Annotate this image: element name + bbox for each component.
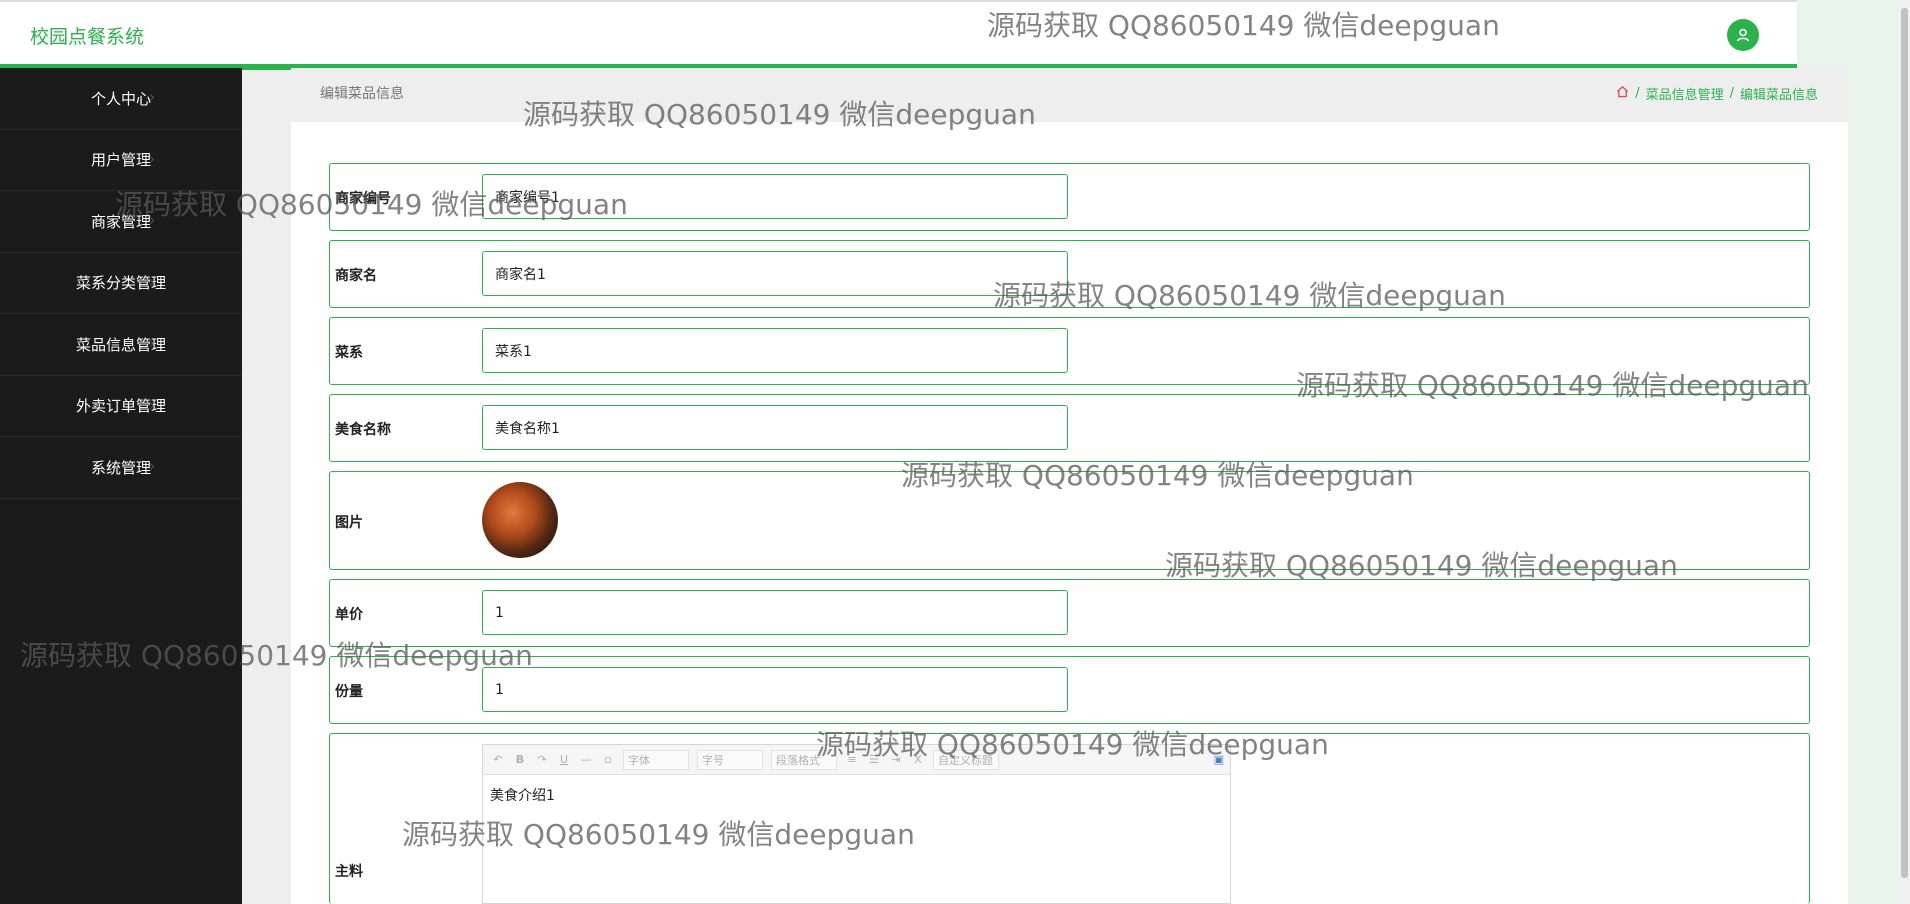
- clear-format-icon[interactable]: ꓫ: [911, 753, 925, 766]
- undo-icon[interactable]: ↶: [491, 753, 505, 766]
- cuisine-input[interactable]: 菜系1: [482, 328, 1068, 373]
- breadcrumb-separator: /: [1635, 86, 1640, 101]
- top-header: 校园点餐系统: [0, 0, 1797, 70]
- breadcrumb-separator: /: [1729, 86, 1734, 101]
- editor-toolbar: ↶ B ↷ U — ▫ 字体 字号 段落格式 ≡ ☰ ⇥ ꓫ 自定义标题 ▣: [483, 745, 1230, 775]
- rich-text-editor[interactable]: ↶ B ↷ U — ▫ 字体 字号 段落格式 ≡ ☰ ⇥ ꓫ 自定义标题 ▣ 美…: [482, 744, 1231, 904]
- bold-icon[interactable]: B: [513, 753, 527, 766]
- portion-input[interactable]: 1: [482, 667, 1068, 712]
- user-avatar-icon[interactable]: [1727, 19, 1759, 51]
- form-row-portion: 份量 1: [329, 656, 1810, 724]
- form-row-food-name: 美食名称 美食名称1: [329, 394, 1810, 462]
- sidebar-item-user-management[interactable]: 用户管理: [0, 130, 242, 191]
- sidebar: 个人中心 用户管理 商家管理 菜系分类管理 菜品信息管理 外卖订单管理 系统管理: [0, 68, 242, 904]
- food-image-thumbnail[interactable]: [482, 482, 558, 558]
- form-row-merchant-no: 商家编号 商家编号1: [329, 163, 1810, 231]
- horizontal-rule-icon[interactable]: —: [579, 753, 593, 766]
- home-icon[interactable]: [1616, 85, 1629, 102]
- font-family-select[interactable]: 字体: [623, 749, 689, 770]
- list-icon[interactable]: ☰: [867, 753, 881, 766]
- editor-content[interactable]: 美食介绍1: [483, 775, 1230, 815]
- form-row-cuisine: 菜系 菜系1: [329, 317, 1810, 385]
- image-label: 图片: [335, 515, 363, 531]
- portion-label: 份量: [335, 684, 363, 700]
- sidebar-item-label: 用户管理: [90, 151, 151, 170]
- underline-icon[interactable]: U: [557, 753, 571, 766]
- food-name-input[interactable]: 美食名称1: [482, 405, 1068, 450]
- panel-header: 编辑菜品信息 / 菜品信息管理 / 编辑菜品信息: [291, 68, 1848, 122]
- price-input[interactable]: 1: [482, 590, 1068, 635]
- price-label: 单价: [335, 607, 363, 623]
- merchant-name-label: 商家名: [335, 268, 377, 284]
- form-row-merchant-name: 商家名 商家名1: [329, 240, 1810, 308]
- sidebar-item-system-management[interactable]: 系统管理: [0, 437, 242, 499]
- sidebar-item-order-management[interactable]: 外卖订单管理: [0, 376, 242, 437]
- align-icon[interactable]: ≡: [845, 753, 859, 766]
- sidebar-item-label: 个人中心: [90, 89, 151, 108]
- form-row-price: 单价 1: [329, 579, 1810, 647]
- breadcrumb: / 菜品信息管理 / 编辑菜品信息: [1616, 84, 1818, 103]
- redo-icon[interactable]: ↷: [535, 753, 549, 766]
- form-row-ingredients: 主料 ↶ B ↷ U — ▫ 字体 字号 段落格式 ≡ ☰ ⇥ ꓫ 自定义标题 …: [329, 733, 1810, 904]
- custom-heading-select[interactable]: 自定义标题: [933, 749, 999, 770]
- form-row-image: 图片: [329, 471, 1810, 570]
- table-icon[interactable]: ▫: [601, 753, 615, 766]
- breadcrumb-edit-dish[interactable]: 编辑菜品信息: [1740, 84, 1818, 103]
- page-title: 编辑菜品信息: [320, 86, 404, 102]
- food-name-label: 美食名称: [335, 422, 391, 438]
- indent-icon[interactable]: ⇥: [889, 753, 903, 766]
- merchant-no-input[interactable]: 商家编号1: [482, 174, 1068, 219]
- fullscreen-icon[interactable]: ▣: [1214, 753, 1224, 766]
- page-scrollbar[interactable]: [1899, 0, 1910, 904]
- ingredients-label: 主料: [335, 864, 363, 880]
- app-title: 校园点餐系统: [30, 26, 145, 48]
- cuisine-label: 菜系: [335, 345, 363, 361]
- sidebar-item-personal-center[interactable]: 个人中心: [0, 68, 242, 130]
- sidebar-item-merchant-management[interactable]: 商家管理: [0, 191, 242, 253]
- sidebar-item-cuisine-management[interactable]: 菜系分类管理: [0, 253, 242, 314]
- sidebar-item-label: 系统管理: [90, 458, 151, 477]
- paragraph-format-select[interactable]: 段落格式: [771, 749, 837, 770]
- sidebar-item-dish-management[interactable]: 菜品信息管理: [0, 314, 242, 376]
- scrollbar-thumb[interactable]: [1901, 8, 1908, 878]
- merchant-name-input[interactable]: 商家名1: [482, 251, 1068, 296]
- breadcrumb-dish-management[interactable]: 菜品信息管理: [1646, 84, 1724, 103]
- merchant-no-label: 商家编号: [335, 191, 391, 207]
- sidebar-item-label: 商家管理: [90, 212, 151, 231]
- font-size-select[interactable]: 字号: [697, 749, 763, 770]
